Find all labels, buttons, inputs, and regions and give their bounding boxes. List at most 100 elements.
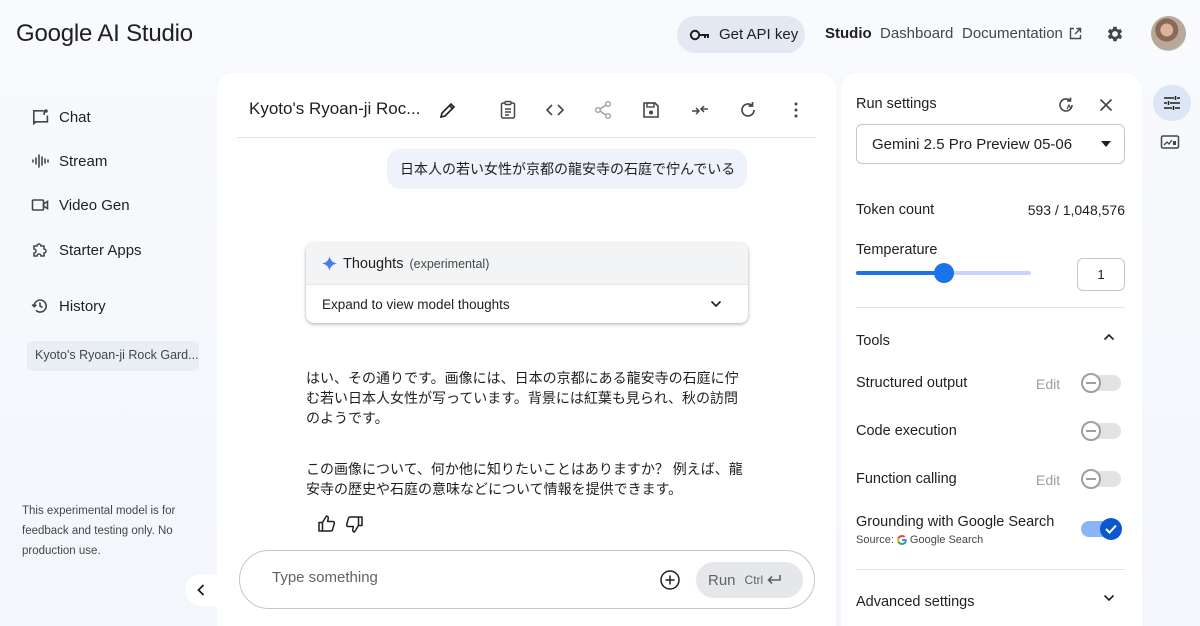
expand-thoughts-button[interactable]: Expand to view model thoughts (306, 285, 748, 323)
sidebar-item-label: Chat (59, 108, 91, 126)
nav-documentation-label: Documentation (962, 25, 1063, 42)
tool-code-execution-label: Code execution (856, 423, 957, 439)
expand-thoughts-label: Expand to view model thoughts (322, 296, 510, 312)
nav-documentation[interactable]: Documentation (962, 25, 1082, 42)
chevron-up-icon[interactable] (1103, 333, 1115, 341)
sidebar-item-label: Starter Apps (59, 241, 142, 259)
thumbs-up-icon[interactable] (317, 514, 337, 534)
run-label: Run (708, 571, 736, 589)
tool-grounding-label: Grounding with Google Search (856, 514, 1055, 530)
close-icon[interactable] (1096, 95, 1116, 115)
code-execution-toggle[interactable] (1081, 421, 1121, 441)
save-icon[interactable] (640, 99, 662, 121)
token-count-label: Token count (856, 202, 935, 218)
thoughts-title: Thoughts (343, 255, 404, 272)
get-api-key-label: Get API key (719, 26, 799, 43)
temperature-input[interactable] (1077, 258, 1125, 291)
thumbs-down-icon[interactable] (344, 514, 364, 534)
more-options-icon[interactable] (785, 99, 807, 121)
share-icon[interactable] (592, 99, 614, 121)
sidebar-item-label: Video Gen (59, 196, 130, 214)
grounding-source-prefix: Source: (856, 534, 894, 546)
chat-panel: Kyoto's Ryoan-ji Roc... 日本人の若い女性が京都の龍安寺の… (217, 73, 836, 626)
model-select[interactable]: Gemini 2.5 Pro Preview 05-06 (856, 124, 1125, 164)
nav-studio[interactable]: Studio (825, 25, 872, 42)
temperature-slider[interactable] (856, 263, 1031, 283)
structured-output-edit-link[interactable]: Edit (1036, 376, 1060, 392)
external-link-icon (1069, 27, 1082, 40)
edit-title-icon[interactable] (437, 99, 459, 121)
dropdown-arrow-icon (1100, 140, 1112, 148)
model-response-paragraph: この画像について、何か他に知りたいことはありますか？ 例えば、龍安寺の歴史や石庭… (306, 461, 743, 497)
media-gallery-icon[interactable] (1160, 133, 1180, 151)
google-logo-icon (896, 535, 907, 545)
thoughts-panel: Thoughts (experimental) Expand to view m… (306, 243, 748, 323)
temperature-label: Temperature (856, 242, 938, 258)
clipboard-icon[interactable] (497, 99, 519, 121)
checkmark-icon (1100, 518, 1122, 540)
history-icon (31, 297, 49, 315)
user-message: 日本人の若い女性が京都の龍安寺の石庭で佇んでいる (387, 149, 747, 189)
sidebar-item-chat[interactable]: Chat (31, 108, 91, 126)
sidebar-item-label: Stream (59, 152, 108, 170)
structured-output-toggle[interactable] (1081, 373, 1121, 393)
nav-dashboard[interactable]: Dashboard (880, 25, 953, 42)
waveform-icon (31, 152, 49, 170)
code-icon[interactable] (544, 99, 566, 121)
sidebar-item-history[interactable]: History (31, 297, 106, 315)
thoughts-header: Thoughts (experimental) (306, 243, 748, 285)
run-shortcut-label: Ctrl (744, 573, 764, 587)
advanced-settings-label[interactable]: Advanced settings (856, 594, 975, 610)
function-calling-edit-link[interactable]: Edit (1036, 472, 1060, 488)
grounding-source: Source: Google Search (856, 534, 983, 546)
puzzle-icon (31, 241, 49, 259)
run-settings-panel: Run settings Gemini 2.5 Pro Preview 05-0… (841, 73, 1142, 626)
chat-icon (31, 108, 49, 126)
grounding-source-name: Google Search (909, 534, 984, 546)
app-title: Google AI Studio (16, 20, 193, 47)
sidebar-item-video-gen[interactable]: Video Gen (31, 196, 130, 214)
divider (856, 569, 1125, 570)
chevron-down-icon[interactable] (1103, 594, 1115, 602)
chevron-down-icon (710, 300, 722, 308)
temperature-slider-fill (856, 271, 944, 275)
reset-settings-icon[interactable] (1056, 95, 1076, 115)
sparkle-icon (322, 256, 337, 271)
thoughts-tag: (experimental) (409, 256, 490, 271)
divider (856, 307, 1125, 308)
sidebar-item-starter-apps[interactable]: Starter Apps (31, 241, 142, 259)
settings-gear-icon[interactable] (1105, 24, 1125, 44)
temperature-slider-thumb[interactable] (933, 263, 954, 283)
add-media-icon[interactable] (659, 569, 681, 591)
toggle-knob (1081, 421, 1101, 441)
tool-structured-output-label: Structured output (856, 375, 968, 391)
token-count-value: 593 / 1,048,576 (1027, 202, 1125, 218)
get-api-key-button[interactable]: Get API key (677, 16, 805, 53)
prompt-title: Kyoto's Ryoan-ji Roc... (249, 99, 421, 118)
function-calling-toggle[interactable] (1081, 469, 1121, 489)
run-settings-title: Run settings (856, 96, 937, 112)
grounding-toggle[interactable] (1081, 518, 1122, 540)
model-response-paragraph: はい、その通りです。画像には、日本の京都にある龍安寺の石庭に佇む若い日本人女性が… (306, 370, 739, 426)
toggle-knob (1081, 469, 1101, 489)
compare-icon[interactable] (689, 99, 711, 121)
refresh-icon[interactable] (737, 99, 759, 121)
key-icon (689, 28, 711, 42)
prompt-input[interactable] (272, 569, 632, 586)
tune-settings-icon[interactable] (1153, 85, 1191, 121)
avatar[interactable] (1151, 16, 1186, 51)
enter-key-icon (766, 574, 782, 586)
experimental-notice: This experimental model is for feedback … (22, 505, 176, 557)
collapse-sidebar-button[interactable] (185, 574, 217, 606)
run-button[interactable]: Run Ctrl (696, 562, 803, 598)
sidebar-item-label: History (59, 297, 106, 315)
prompt-input-container: Run Ctrl (239, 550, 815, 609)
sidebar-item-stream[interactable]: Stream (31, 152, 107, 170)
run-shortcut: Ctrl (745, 573, 783, 587)
tools-section-label: Tools (856, 333, 890, 349)
chevron-left-icon (196, 583, 206, 597)
history-item[interactable]: Kyoto's Ryoan-ji Rock Gard... (27, 341, 199, 371)
tool-function-calling-label: Function calling (856, 471, 957, 487)
model-select-value: Gemini 2.5 Pro Preview 05-06 (872, 135, 1073, 153)
toggle-knob (1081, 373, 1101, 393)
